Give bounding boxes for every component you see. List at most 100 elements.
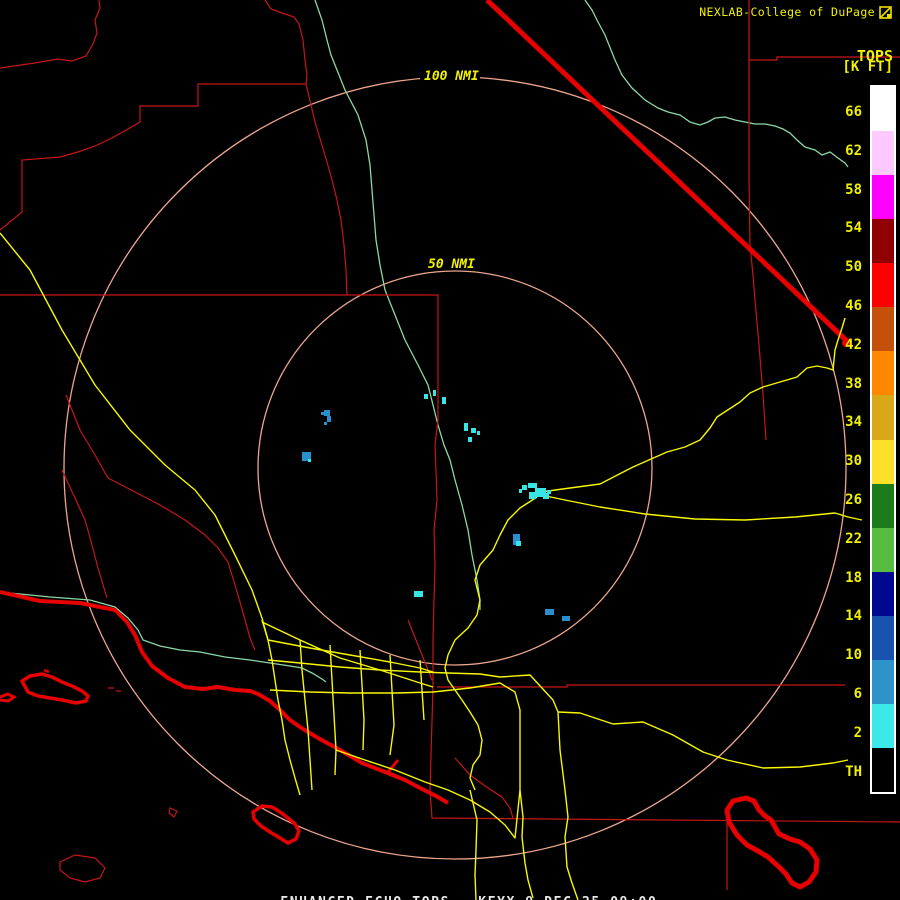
- county-line: [0, 84, 347, 295]
- radar-echo: [324, 410, 330, 416]
- island-outline: [253, 806, 299, 843]
- road: [262, 620, 300, 795]
- radar-echo: [516, 541, 521, 546]
- radar-echo: [547, 490, 551, 494]
- page-title: NEXLAB-College of DuPage: [699, 5, 875, 19]
- scale-label: 54: [816, 220, 862, 236]
- road: [0, 233, 268, 640]
- road: [270, 683, 533, 898]
- scale-label: 46: [816, 298, 862, 314]
- radar-echo: [414, 591, 423, 597]
- scale-label: 58: [816, 182, 862, 198]
- header: NEXLAB-College of DuPage: [699, 5, 892, 19]
- scale-segment: [872, 528, 894, 572]
- color-scale-bar: [870, 85, 896, 794]
- radar-display: 100 NMI 50 NMI NEXLAB-College of DuPage …: [0, 0, 900, 900]
- scale-segment: [872, 572, 894, 616]
- scale-label: 50: [816, 259, 862, 275]
- scale-label: 42: [816, 337, 862, 353]
- scale-label: 14: [816, 608, 862, 624]
- legend-title: TOPS [K FT]: [842, 51, 893, 73]
- scale-label: 66: [816, 104, 862, 120]
- scale-segment: [872, 616, 894, 660]
- radar-echo: [519, 489, 522, 493]
- radar-echo: [464, 423, 468, 431]
- radar-echo: [442, 397, 446, 404]
- scale-segment: [872, 87, 894, 131]
- outer-ring-label: 100 NMI: [424, 69, 479, 84]
- road: [541, 495, 862, 520]
- radar-echo: [545, 609, 554, 615]
- river-lines: [10, 0, 848, 682]
- scale-label: 22: [816, 531, 862, 547]
- scale-segment: [872, 351, 894, 395]
- county-line: [66, 395, 255, 650]
- scale-segment: [872, 440, 894, 484]
- scale-segment: [872, 484, 894, 528]
- scale-segment: [872, 704, 894, 748]
- river: [10, 593, 326, 682]
- island-outline: [727, 798, 817, 887]
- radar-echo: [528, 483, 537, 488]
- road: [558, 712, 578, 900]
- radar-echo: [529, 492, 536, 499]
- road: [330, 645, 336, 775]
- radar-echo: [468, 437, 472, 442]
- radar-echo: [433, 390, 436, 396]
- coastline: [0, 592, 448, 803]
- scale-label: 6: [816, 686, 862, 702]
- county-line: [0, 0, 100, 68]
- river: [315, 0, 480, 610]
- legend-title-line2: [K FT]: [842, 62, 893, 73]
- range-ring-50nmi: [258, 271, 652, 665]
- cod-logo-icon: [879, 6, 892, 19]
- radar-echo: [327, 416, 331, 422]
- radar-echo: [471, 428, 476, 433]
- range-ring-100nmi: [64, 77, 846, 859]
- island-outline: [44, 670, 49, 672]
- river: [585, 0, 848, 167]
- county-line: [62, 470, 107, 598]
- scale-segment: [872, 175, 894, 219]
- road: [268, 660, 558, 712]
- product-status-text: ENHANCED ECHO TOPS - KEYX 9 DEC 25 09:00: [280, 895, 657, 900]
- county-line: [437, 685, 845, 687]
- inner-ring-label: 50 NMI: [428, 257, 475, 272]
- scale-segment: [872, 748, 894, 792]
- scale-label: 30: [816, 453, 862, 469]
- county-lines: [0, 0, 900, 890]
- scale-segment: [872, 219, 894, 263]
- scale-label: 26: [816, 492, 862, 508]
- scale-segment: [872, 307, 894, 351]
- island-outline: [169, 808, 177, 817]
- island-outline: [22, 674, 88, 703]
- radar-echo: [562, 616, 570, 621]
- scale-label: 2: [816, 725, 862, 741]
- road: [558, 712, 848, 768]
- island-outline: [0, 694, 14, 701]
- scale-label: 18: [816, 570, 862, 586]
- island-outline: [60, 855, 105, 882]
- road: [541, 318, 845, 492]
- ring-labels: 100 NMI 50 NMI: [420, 66, 480, 272]
- radar-echo: [308, 459, 311, 462]
- county-line: [0, 295, 900, 822]
- scale-segment: [872, 660, 894, 704]
- radar-map: 100 NMI 50 NMI: [0, 0, 900, 900]
- radar-echo: [477, 431, 480, 435]
- scale-label: 34: [816, 414, 862, 430]
- scale-segment: [872, 263, 894, 307]
- status-bar: ENHANCED ECHO TOPS - KEYX 9 DEC 25 09:00: [0, 880, 900, 900]
- scale-segment: [872, 395, 894, 439]
- scale-label: 10: [816, 647, 862, 663]
- radar-echo: [424, 394, 428, 399]
- range-rings: [64, 77, 846, 859]
- scale-label: 38: [816, 376, 862, 392]
- island-outline: [108, 688, 121, 691]
- scale-label: 62: [816, 143, 862, 159]
- radar-echo: [321, 412, 324, 415]
- road: [445, 497, 537, 790]
- radar-echo: [522, 485, 527, 490]
- scale-label: TH: [816, 764, 862, 780]
- county-line: [265, 0, 307, 84]
